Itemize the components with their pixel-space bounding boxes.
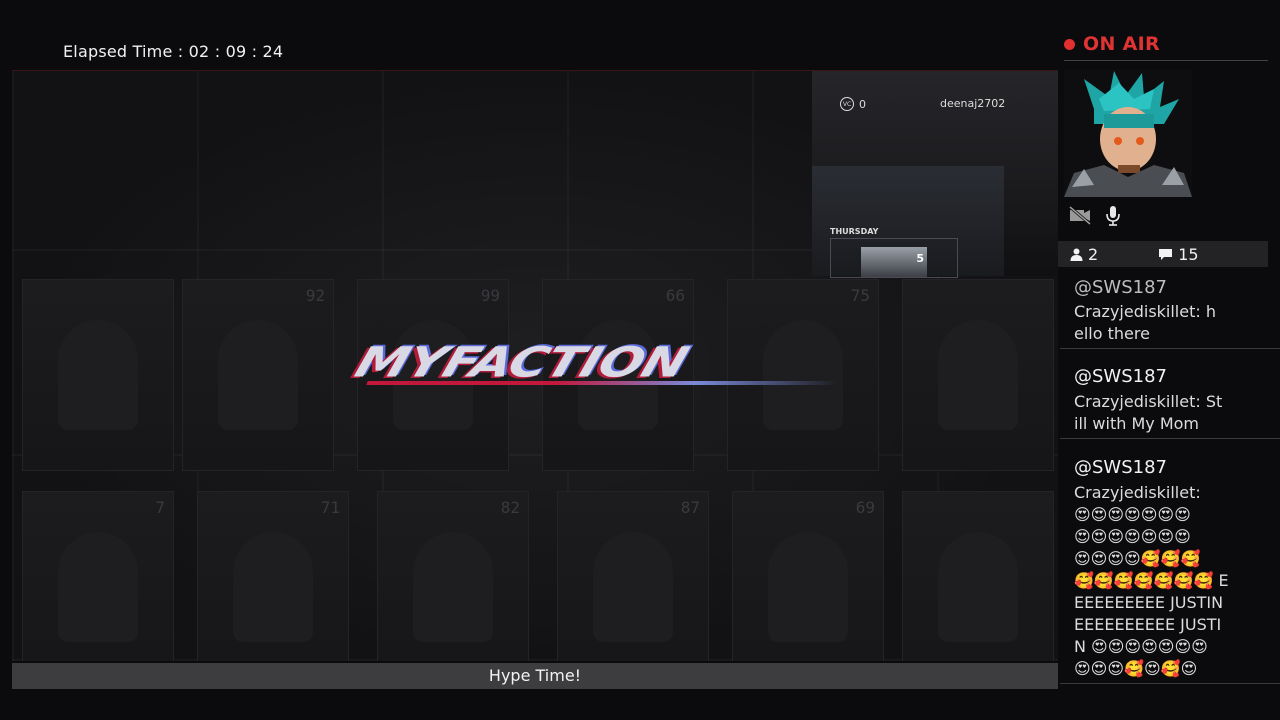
vc-coin-icon: VC (840, 97, 854, 111)
elapsed-time: Elapsed Time : 02 : 09 : 24 (63, 42, 283, 61)
roster-card: 82 (377, 491, 529, 661)
on-air-label: ON AIR (1083, 33, 1160, 55)
card-rating: 66 (665, 286, 685, 305)
chat-message: @SWS187 Crazyjediskillet: Still with My … (1060, 349, 1280, 439)
chat-text: Crazyjediskillet: hello there (1074, 302, 1216, 343)
chat-text-line: 😍😍😍😍😍😍😍 (1074, 527, 1191, 546)
mini-card-number: 5 (916, 252, 924, 265)
game-overlay-panel: VC 0 deenaj2702 THURSDAY 5 (812, 71, 1058, 278)
stream-stats: 2 15 (1058, 241, 1268, 267)
roster-card (22, 279, 174, 471)
comment-icon (1159, 248, 1173, 260)
chat-text-line: EEEEEEEEEE JUSTI (1074, 615, 1222, 634)
camera-off-icon[interactable] (1068, 205, 1092, 229)
myfaction-logo: MYFACTION (349, 333, 847, 403)
chat-text-line: Crazyjediskillet: (1074, 483, 1201, 502)
roster-card: 87 (557, 491, 709, 661)
streamer-avatar (1064, 69, 1192, 197)
logo-streak (366, 381, 838, 385)
chat-username: @SWS187 (1074, 277, 1168, 298)
roster-card (902, 279, 1054, 471)
hype-bar: Hype Time! (12, 663, 1058, 689)
vc-balance: VC 0 (840, 97, 866, 111)
card-rating: 7 (155, 498, 165, 517)
divider (1064, 60, 1268, 61)
microphone-icon[interactable] (1105, 205, 1121, 231)
comment-count-value: 15 (1178, 244, 1199, 264)
elapsed-time-value: 02 : 09 : 24 (188, 42, 284, 61)
game-feed: 92 99 66 75 7 71 82 87 69 MYFACTION VC 0… (12, 70, 1058, 661)
mini-card-frame: 5 (830, 238, 958, 278)
day-label: THURSDAY (830, 227, 879, 236)
roster-card: 71 (197, 491, 349, 661)
chat-message: @SWS187 Crazyjediskillet: hello there (1060, 277, 1280, 349)
chat-text-line: 😍😍😍😍😍😍😍 (1074, 505, 1191, 524)
live-dot-icon (1064, 38, 1075, 50)
chat-username: @SWS187 (1074, 366, 1168, 387)
chat-text-line: 😍😍😍🥰😍🥰😍 (1074, 659, 1198, 678)
elapsed-time-label: Elapsed Time : (63, 42, 184, 61)
viewer-icon (1070, 248, 1083, 261)
chat-text-line: 🥰🥰🥰🥰🥰🥰🥰 E (1074, 571, 1229, 590)
chat-text-line: EEEEEEEEE JUSTIN (1074, 593, 1224, 612)
card-rating: 71 (320, 498, 340, 517)
card-rating: 87 (680, 498, 700, 517)
card-rating: 92 (305, 286, 325, 305)
roster-card: 69 (732, 491, 884, 661)
chat-text-line: 😍😍😍😍🥰🥰🥰 (1074, 549, 1201, 568)
viewer-count: 2 (1070, 245, 1098, 264)
card-rating: 69 (855, 498, 875, 517)
vc-value: 0 (859, 97, 866, 111)
comment-count: 15 (1158, 244, 1199, 264)
chat-text-line: N 😍😍😍😍😍😍😍 (1074, 637, 1208, 656)
daily-panel: THURSDAY 5 (812, 166, 1004, 278)
player-username: deenaj2702 (940, 97, 1006, 110)
chat-text: Crazyjediskillet: 😍😍😍😍😍😍😍 😍😍😍😍😍😍😍 😍😍😍😍🥰🥰… (1074, 482, 1274, 680)
card-rating: 75 (850, 286, 870, 305)
logo-text: MYFACTION (349, 339, 694, 387)
on-air-indicator: ON AIR (1064, 33, 1160, 55)
card-rating: 82 (500, 498, 520, 517)
viewer-count-value: 2 (1088, 244, 1099, 264)
chat-message: @SWS187 Crazyjediskillet: 😍😍😍😍😍😍😍 😍😍😍😍😍😍… (1060, 439, 1280, 684)
chat-username: @SWS187 (1074, 457, 1168, 478)
roster-card (902, 491, 1054, 661)
card-rating: 99 (480, 286, 500, 305)
roster-card: 92 (182, 279, 334, 471)
roster-card: 7 (22, 491, 174, 661)
mini-card: 5 (861, 247, 927, 277)
chat-text: Crazyjediskillet: Still with My Mom (1074, 392, 1223, 433)
